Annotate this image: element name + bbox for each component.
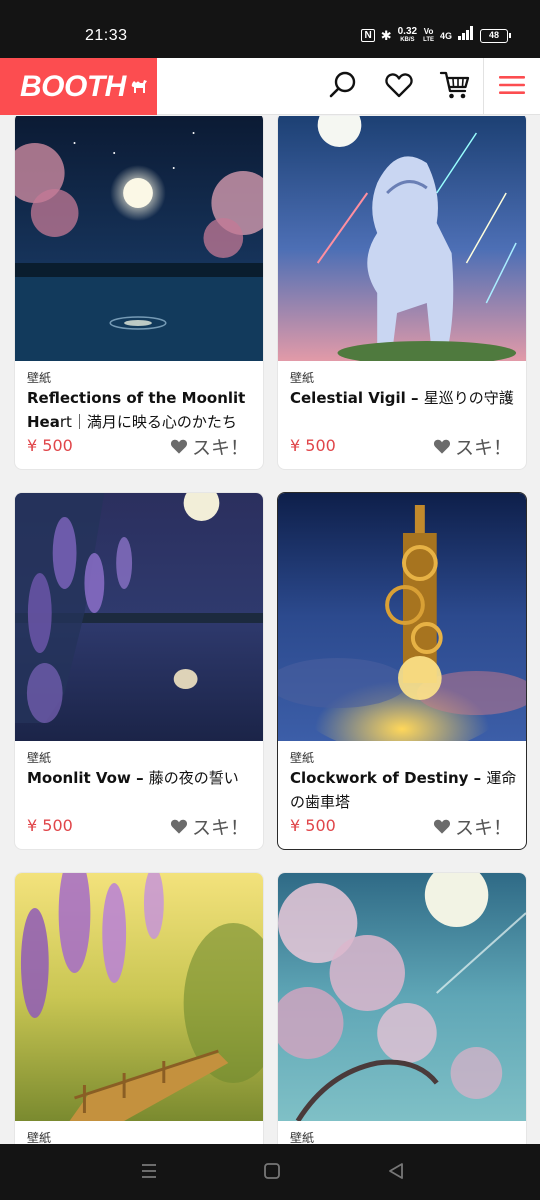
product-title[interactable]: Clockwork of Destiny – 運命の歯車塔 (290, 766, 520, 814)
menu-button[interactable] (483, 58, 540, 115)
product-price: ¥ 500 (290, 816, 336, 835)
volte-indicator: Vo LTE (423, 26, 434, 44)
like-button[interactable]: スキ！ (170, 433, 249, 460)
favorites-button[interactable] (378, 58, 420, 115)
like-label: スキ！ (191, 437, 249, 459)
product-title-en: Celestial Vigil – (290, 389, 424, 407)
menu-nav-icon[interactable] (140, 1162, 162, 1182)
product-price: ¥ 500 (27, 436, 73, 455)
net-speed: 0.32 KB/S (398, 27, 417, 44)
status-icons: N ✱ 0.32 KB/S Vo LTE 4G 48 (361, 26, 511, 45)
cart-icon (439, 69, 471, 105)
product-image[interactable] (278, 116, 526, 361)
search-button[interactable] (322, 58, 364, 115)
product-grid: 壁紙 Reflections of the Moonlit Heart｜満月に映… (0, 116, 540, 1144)
product-image[interactable] (15, 493, 263, 741)
product-title[interactable]: Celestial Vigil – 星巡りの守護 (290, 386, 520, 410)
nfc-icon: N (361, 29, 375, 42)
product-title-jp: rt｜満月に映る心のかたち (59, 413, 237, 431)
like-label: スキ！ (454, 817, 512, 839)
system-nav-bar (0, 1144, 540, 1200)
heart-icon (433, 439, 451, 454)
net-speed-unit: KB/S (400, 37, 415, 43)
search-icon (328, 70, 358, 104)
battery-indicator: 48 (480, 28, 511, 43)
heart-icon (385, 72, 413, 102)
product-title-en: Clockwork of Destiny – (290, 769, 487, 787)
product-title-jp: 星巡りの守護 (423, 389, 514, 407)
product-card[interactable]: 壁紙 Reflections of the Moonlit Heart｜満月に映… (14, 116, 264, 470)
product-card[interactable]: 壁紙 (277, 872, 527, 1144)
product-title[interactable]: Reflections of the Moonlit Heart｜満月に映る心の… (27, 386, 257, 434)
product-card[interactable]: 壁紙 Celestial Vigil – 星巡りの守護 ¥ 500 スキ！ (277, 116, 527, 470)
product-image[interactable] (15, 873, 263, 1121)
net-speed-value: 0.32 (397, 26, 418, 37)
product-category: 壁紙 (290, 1131, 315, 1144)
menu-icon (499, 75, 525, 99)
like-label: スキ！ (191, 817, 249, 839)
booth-logo[interactable]: BOOTH (0, 58, 157, 115)
volte-bottom: LTE (423, 36, 434, 43)
like-button[interactable]: スキ！ (433, 813, 512, 840)
like-button[interactable]: スキ！ (433, 433, 512, 460)
volte-top: Vo (423, 26, 434, 36)
product-image[interactable] (278, 493, 526, 741)
product-category: 壁紙 (27, 371, 52, 385)
product-price: ¥ 500 (290, 436, 336, 455)
like-label: スキ！ (454, 437, 512, 459)
product-card[interactable]: 壁紙 Clockwork of Destiny – 運命の歯車塔 ¥ 500 ス… (277, 492, 527, 850)
heart-icon (433, 819, 451, 834)
product-category: 壁紙 (27, 1131, 52, 1144)
app-header: BOOTH (0, 58, 540, 115)
product-card[interactable]: 壁紙 Moonlit Vow – 藤の夜の誓い ¥ 500 スキ！ (14, 492, 264, 850)
camel-icon (130, 78, 148, 98)
product-image[interactable] (278, 873, 526, 1121)
status-time: 21:33 (85, 27, 128, 44)
product-category: 壁紙 (27, 751, 52, 765)
product-title[interactable]: Moonlit Vow – 藤の夜の誓い (27, 766, 257, 790)
product-category: 壁紙 (290, 371, 315, 385)
heart-icon (170, 819, 188, 834)
signal-icon (458, 26, 474, 45)
network-type: 4G (439, 30, 452, 41)
back-nav-icon[interactable] (387, 1162, 409, 1182)
product-price: ¥ 500 (27, 816, 73, 835)
home-nav-icon[interactable] (263, 1162, 285, 1182)
heart-icon (170, 439, 188, 454)
product-title-jp: 藤の夜の誓い (148, 769, 239, 787)
status-bar: 21:33 N ✱ 0.32 KB/S Vo LTE 4G 48 (0, 0, 540, 58)
product-image[interactable] (15, 116, 263, 361)
like-button[interactable]: スキ！ (170, 813, 249, 840)
logo-text: BOOTH (20, 69, 126, 103)
product-card[interactable]: 壁紙 (14, 872, 264, 1144)
product-category: 壁紙 (290, 751, 315, 765)
bluetooth-icon: ✱ (380, 27, 392, 43)
product-title-en: Moonlit Vow – (27, 769, 149, 787)
cart-button[interactable] (434, 58, 476, 115)
